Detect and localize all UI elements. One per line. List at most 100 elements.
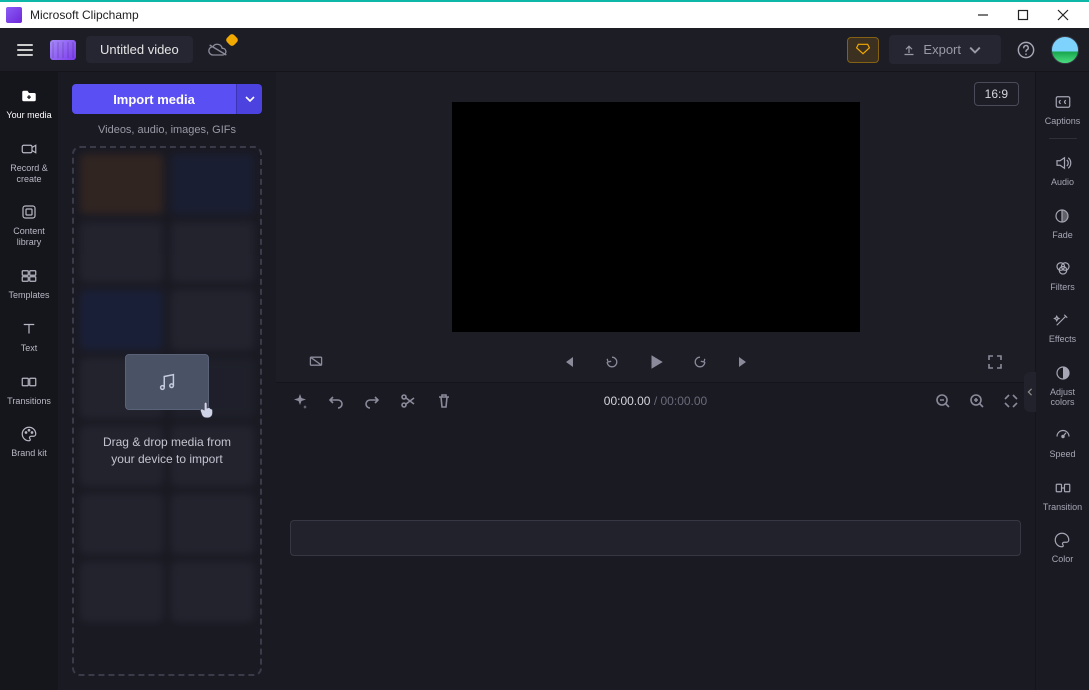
chevron-down-icon xyxy=(969,44,981,56)
split-button[interactable] xyxy=(398,391,418,411)
import-media-button[interactable]: Import media xyxy=(72,84,236,114)
cloud-sync-button[interactable] xyxy=(203,39,233,61)
rail-templates[interactable]: Templates xyxy=(0,258,58,311)
prop-adjust-colors[interactable]: Adjust colors xyxy=(1036,353,1089,416)
premium-badge[interactable] xyxy=(847,37,879,63)
redo-button[interactable] xyxy=(362,391,382,411)
window-titlebar: Microsoft Clipchamp xyxy=(0,0,1089,28)
prop-label: Speed xyxy=(1049,449,1075,459)
window-title: Microsoft Clipchamp xyxy=(30,8,139,22)
rail-label: Templates xyxy=(8,290,49,301)
help-icon xyxy=(1017,41,1035,59)
preview-area: 16:9 xyxy=(276,72,1035,382)
ai-sparkle-button[interactable] xyxy=(290,391,310,411)
prop-transition[interactable]: Transition xyxy=(1041,468,1084,520)
stage-column: 16:9 xyxy=(276,72,1035,690)
rail-your-media[interactable]: Your media xyxy=(0,78,58,131)
prop-label: Transition xyxy=(1043,502,1082,512)
rail-content-library[interactable]: Content library xyxy=(0,194,58,258)
prop-label: Captions xyxy=(1045,116,1081,126)
media-dropzone[interactable]: Drag & drop media from your device to im… xyxy=(72,146,262,676)
folder-plus-icon xyxy=(20,86,38,106)
timeline-toolbar: 00:00.00 / 00:00.00 xyxy=(276,382,1035,418)
aspect-ratio-button[interactable]: 16:9 xyxy=(974,82,1019,106)
rewind-button[interactable] xyxy=(600,350,624,374)
palette2-icon xyxy=(1053,530,1071,550)
video-canvas[interactable] xyxy=(452,102,860,332)
contrast-icon xyxy=(1054,363,1072,383)
prop-effects[interactable]: Effects xyxy=(1047,300,1078,352)
dropzone-text: Drag & drop media from your device to im… xyxy=(103,434,231,469)
delete-button[interactable] xyxy=(434,391,454,411)
user-avatar[interactable] xyxy=(1051,36,1079,64)
right-properties-rail: Captions Audio Fade Filters Effects Ad xyxy=(1035,72,1089,690)
skip-forward-icon xyxy=(736,354,752,370)
library-icon xyxy=(20,202,38,222)
rail-label: Your media xyxy=(6,110,51,121)
media-hint: Videos, audio, images, GIFs xyxy=(72,124,262,136)
palette-icon xyxy=(20,424,38,444)
fit-icon xyxy=(1003,393,1019,409)
rail-label: Transitions xyxy=(7,396,51,407)
preview-quality-button[interactable] xyxy=(304,350,328,374)
cloud-off-icon xyxy=(208,43,228,57)
zoom-in-button[interactable] xyxy=(967,391,987,411)
wand-icon xyxy=(1053,310,1071,330)
rail-record-create[interactable]: Record & create xyxy=(0,131,58,195)
prop-label: Audio xyxy=(1051,177,1074,187)
window-close-button[interactable] xyxy=(1043,1,1083,29)
app-logo-icon xyxy=(6,7,22,23)
trash-icon xyxy=(436,393,452,409)
undo-button[interactable] xyxy=(326,391,346,411)
timeline-track-empty[interactable] xyxy=(290,520,1021,556)
chevron-left-icon xyxy=(1026,387,1034,397)
timeline-area[interactable] xyxy=(276,418,1035,690)
left-nav-rail: Your media Record & create Content libra… xyxy=(0,72,58,690)
transition-icon xyxy=(1054,478,1072,498)
export-label: Export xyxy=(923,42,961,57)
upload-icon xyxy=(903,44,915,56)
window-minimize-button[interactable] xyxy=(963,1,1003,29)
zoom-out-button[interactable] xyxy=(933,391,953,411)
prop-speed[interactable]: Speed xyxy=(1047,415,1077,467)
import-media-dropdown[interactable] xyxy=(236,84,262,114)
window-maximize-button[interactable] xyxy=(1003,1,1043,29)
menu-button[interactable] xyxy=(10,35,40,65)
forward-button[interactable] xyxy=(688,350,712,374)
zoom-fit-button[interactable] xyxy=(1001,391,1021,411)
collapse-props-button[interactable] xyxy=(1024,372,1036,412)
undo-icon xyxy=(328,393,344,409)
fullscreen-button[interactable] xyxy=(983,350,1007,374)
fade-icon xyxy=(1053,206,1071,226)
prop-audio[interactable]: Audio xyxy=(1049,143,1076,195)
prop-label: Color xyxy=(1052,554,1074,564)
rail-label: Text xyxy=(21,343,38,354)
camera-icon xyxy=(20,139,38,159)
diamond-icon xyxy=(856,43,870,55)
speaker-icon xyxy=(1054,153,1072,173)
rewind-icon xyxy=(604,354,620,370)
prop-filters[interactable]: Filters xyxy=(1048,248,1077,300)
filters-icon xyxy=(1054,258,1072,278)
help-button[interactable] xyxy=(1011,35,1041,65)
prop-captions[interactable]: Captions xyxy=(1043,82,1083,134)
music-note-icon xyxy=(156,371,178,393)
project-name-input[interactable]: Untitled video xyxy=(86,36,193,63)
play-button[interactable] xyxy=(644,350,668,374)
rail-brand-kit[interactable]: Brand kit xyxy=(0,416,58,469)
rail-text[interactable]: Text xyxy=(0,311,58,364)
skip-end-button[interactable] xyxy=(732,350,756,374)
project-icon xyxy=(50,40,76,60)
sparkle-icon xyxy=(292,393,308,409)
transitions-icon xyxy=(20,372,38,392)
skip-start-button[interactable] xyxy=(556,350,580,374)
redo-icon xyxy=(364,393,380,409)
timeline-time-display: 00:00.00 / 00:00.00 xyxy=(604,394,707,408)
rail-separator xyxy=(1049,138,1077,139)
prop-fade[interactable]: Fade xyxy=(1050,196,1075,248)
rail-transitions[interactable]: Transitions xyxy=(0,364,58,417)
export-button[interactable]: Export xyxy=(889,35,1001,64)
prop-color[interactable]: Color xyxy=(1050,520,1076,572)
rail-label: Record & create xyxy=(2,163,56,185)
dropzone-card-icon xyxy=(125,354,209,410)
